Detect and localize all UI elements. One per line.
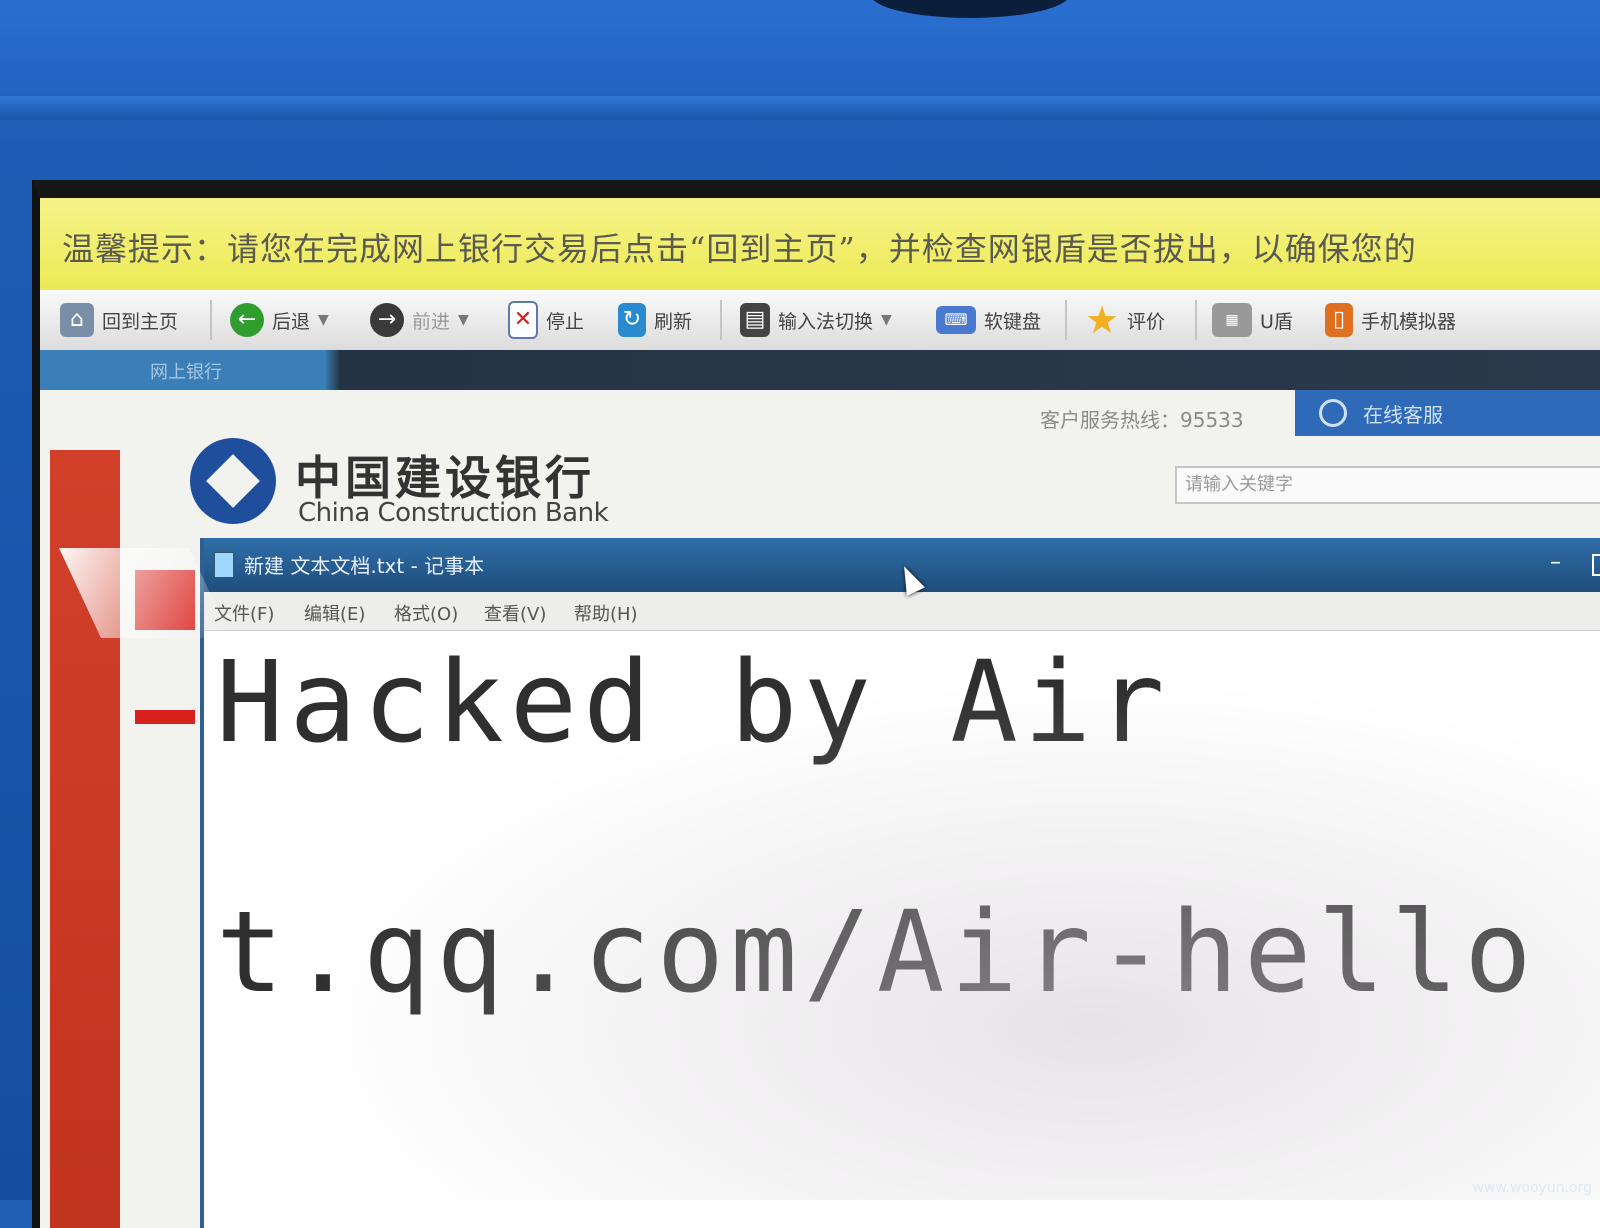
keyboard-icon: ⌨	[936, 306, 976, 334]
menu-format[interactable]: 格式(O)	[394, 600, 458, 626]
refresh-button[interactable]: ↻ 刷新	[618, 298, 692, 342]
menu-edit[interactable]: 编辑(E)	[304, 600, 365, 626]
toolbar-divider	[1195, 300, 1197, 340]
notepad-title: 新建 文本文档.txt - 记事本	[244, 554, 485, 578]
tip-banner: 温馨提示：请您在完成网上银行交易后点击“回到主页”，并检查网银盾是否拔出，以确保…	[40, 198, 1600, 290]
menu-view[interactable]: 查看(V)	[484, 600, 546, 626]
notepad-line-2: t.qq.com/Air-hello	[216, 888, 1538, 1018]
ime-icon: ▤	[740, 303, 770, 337]
notepad-icon	[214, 552, 234, 578]
forward-arrow-icon: →	[370, 303, 404, 337]
refresh-label: 刷新	[654, 310, 693, 333]
site-nav-band: 网上银行	[40, 350, 1600, 390]
site-nav-tab[interactable]: 网上银行	[150, 358, 222, 384]
ime-label: 输入法切换	[778, 310, 874, 333]
toolbar-divider	[1065, 300, 1067, 340]
ccb-logo-icon	[190, 438, 276, 524]
notepad-text-area[interactable]: Hacked by Air t.qq.com/Air-hello	[216, 638, 1600, 1228]
bezel-ridge	[0, 96, 1600, 120]
maximize-icon[interactable]	[1592, 554, 1600, 576]
service-icon	[1319, 399, 1347, 427]
ime-dropdown-icon[interactable]: ▼	[881, 312, 892, 328]
ukey-icon: ▦	[1212, 303, 1252, 337]
logo-english: China Construction Bank	[298, 498, 609, 528]
soft-keyboard-button[interactable]: ⌨ 软键盘	[936, 298, 1041, 342]
star-icon: ★	[1085, 298, 1120, 342]
stop-icon: ✕	[508, 301, 538, 339]
tip-text: 温馨提示：请您在完成网上银行交易后点击“回到主页”，并检查网银盾是否拔出，以确保…	[62, 230, 1417, 268]
forward-button[interactable]: → 前进 ▼	[370, 298, 469, 342]
notepad-window[interactable]: 新建 文本文档.txt - 记事本 – 文件(F) 编辑(E) 格式(O) 查看…	[200, 538, 1600, 1228]
home-icon: ⌂	[60, 303, 94, 337]
side-red-line	[135, 710, 195, 724]
refresh-icon: ↻	[618, 303, 646, 337]
ime-switch-button[interactable]: ▤ 输入法切换 ▼	[740, 298, 892, 342]
back-label: 后退	[272, 310, 311, 333]
forward-dropdown-icon[interactable]: ▼	[458, 312, 469, 328]
notepad-menubar: 文件(F) 编辑(E) 格式(O) 查看(V) 帮助(H)	[204, 592, 1600, 631]
phone-label: 手机模拟器	[1361, 310, 1457, 333]
keyboard-label: 软键盘	[984, 310, 1042, 333]
back-arrow-icon: ←	[230, 303, 264, 337]
minimize-icon[interactable]: –	[1550, 552, 1574, 576]
notepad-line-1: Hacked by Air	[216, 638, 1171, 768]
ukey-button[interactable]: ▦ U盾	[1212, 298, 1293, 342]
back-button[interactable]: ← 后退 ▼	[230, 298, 329, 342]
back-dropdown-icon[interactable]: ▼	[318, 312, 329, 328]
forward-label: 前进	[412, 310, 451, 333]
keyword-search-input[interactable]: 请输入关键字	[1175, 466, 1600, 504]
stop-label: 停止	[546, 310, 585, 333]
kiosk-screen: 温馨提示：请您在完成网上银行交易后点击“回到主页”，并检查网银盾是否拔出，以确保…	[32, 180, 1600, 1228]
phone-simulator-button[interactable]: ▯ 手机模拟器	[1325, 298, 1456, 342]
toolbar-divider	[720, 300, 722, 340]
watermark: www.wooyun.org	[1472, 1180, 1592, 1196]
rate-label: 评价	[1127, 310, 1166, 333]
phone-icon: ▯	[1325, 303, 1353, 337]
kiosk-toolbar: ⌂ 回到主页 ← 后退 ▼ → 前进 ▼ ✕ 停止 ↻ 刷新 ▤ 输入法切换 ▼	[40, 290, 1600, 352]
stop-button[interactable]: ✕ 停止	[508, 298, 584, 342]
home-label: 回到主页	[102, 310, 179, 333]
online-service-bar[interactable]: 在线客服	[1295, 390, 1600, 436]
menu-help[interactable]: 帮助(H)	[574, 600, 638, 626]
ukey-label: U盾	[1260, 310, 1293, 333]
home-button[interactable]: ⌂ 回到主页	[60, 298, 178, 342]
service-hotline: 客户服务热线：95533	[1040, 408, 1244, 432]
rate-button[interactable]: ★ 评价	[1085, 298, 1165, 342]
online-service-label[interactable]: 在线客服	[1363, 399, 1443, 428]
toolbar-divider	[210, 300, 212, 340]
